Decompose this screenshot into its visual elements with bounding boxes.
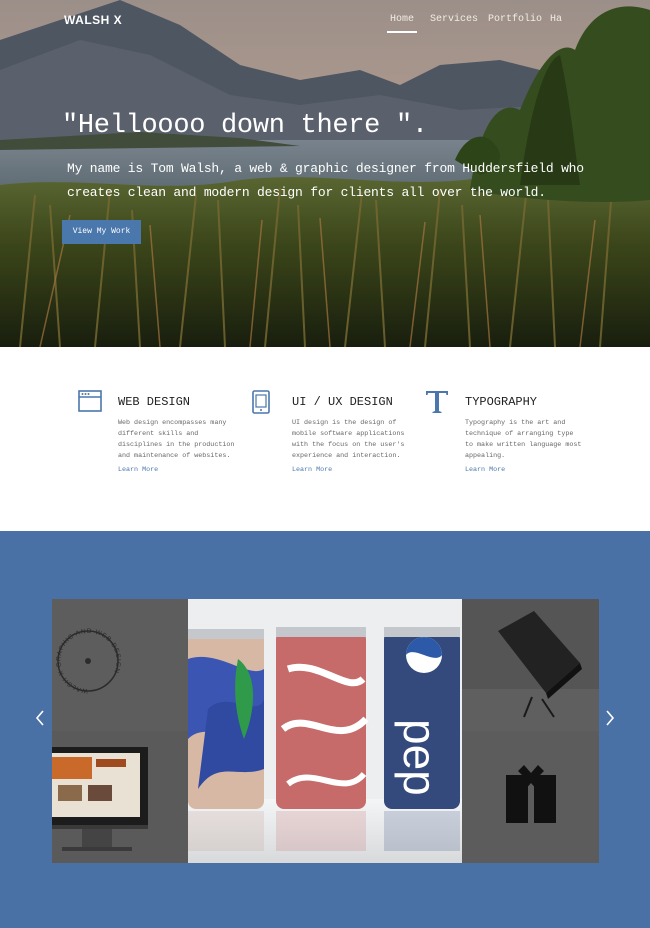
x-logo-mark-icon — [506, 765, 556, 823]
portfolio-slider: WALSH X GRAPHIC AND WEB DESIGN pep — [52, 599, 599, 863]
mobile-device-icon — [252, 390, 270, 414]
service-title: UI / UX DESIGN — [292, 395, 393, 409]
chevron-right-icon[interactable] — [604, 708, 616, 728]
nav-link-services[interactable]: Services — [430, 14, 478, 25]
portfolio-item-badge[interactable]: WALSH X GRAPHIC AND WEB DESIGN — [52, 599, 188, 731]
service-title: TYPOGRAPHY — [465, 395, 538, 409]
service-description: Typography is the art and technique of a… — [465, 419, 582, 460]
portfolio-item-logo[interactable] — [462, 731, 599, 863]
black-card-stand-image — [462, 611, 599, 731]
service-title: WEB DESIGN — [118, 395, 191, 409]
services-section: WEB DESIGN Web design encompasses many d… — [0, 347, 650, 531]
learn-more-link[interactable]: Learn More — [465, 466, 505, 474]
service-description: UI design is the design of mobile softwa… — [292, 419, 405, 460]
view-my-work-button[interactable]: View My Work — [62, 220, 141, 244]
browser-window-icon — [78, 390, 102, 412]
nav-link-partial[interactable]: Ha — [550, 14, 562, 25]
portfolio-item-website[interactable] — [52, 731, 188, 863]
hero-heading: "Helloooo down there ". — [62, 111, 428, 141]
nav-link-home[interactable]: Home — [386, 14, 418, 33]
soda-cans-image: pep — [188, 627, 462, 863]
nav-link-portfolio[interactable]: Portfolio — [488, 14, 542, 25]
portfolio-section: WALSH X GRAPHIC AND WEB DESIGN pep — [0, 531, 650, 928]
website-mockup-image — [52, 747, 148, 851]
typography-t-icon — [426, 391, 448, 413]
service-description: Web design encompasses many different sk… — [118, 419, 235, 460]
circular-logo-badge-icon: WALSH X GRAPHIC AND WEB DESIGN — [55, 628, 120, 694]
learn-more-link[interactable]: Learn More — [118, 466, 158, 474]
hero-section: WALSH X Home Services Portfolio Ha "Hell… — [0, 0, 650, 347]
portfolio-item-cans[interactable]: pep — [188, 599, 462, 863]
hero-intro-text: My name is Tom Walsh, a web & graphic de… — [67, 161, 584, 200]
portfolio-item-stand[interactable] — [462, 599, 599, 731]
learn-more-link[interactable]: Learn More — [292, 466, 332, 474]
site-logo[interactable]: WALSH X — [64, 13, 122, 27]
chevron-left-icon[interactable] — [34, 708, 46, 728]
can-brand-text: pep — [394, 719, 446, 796]
